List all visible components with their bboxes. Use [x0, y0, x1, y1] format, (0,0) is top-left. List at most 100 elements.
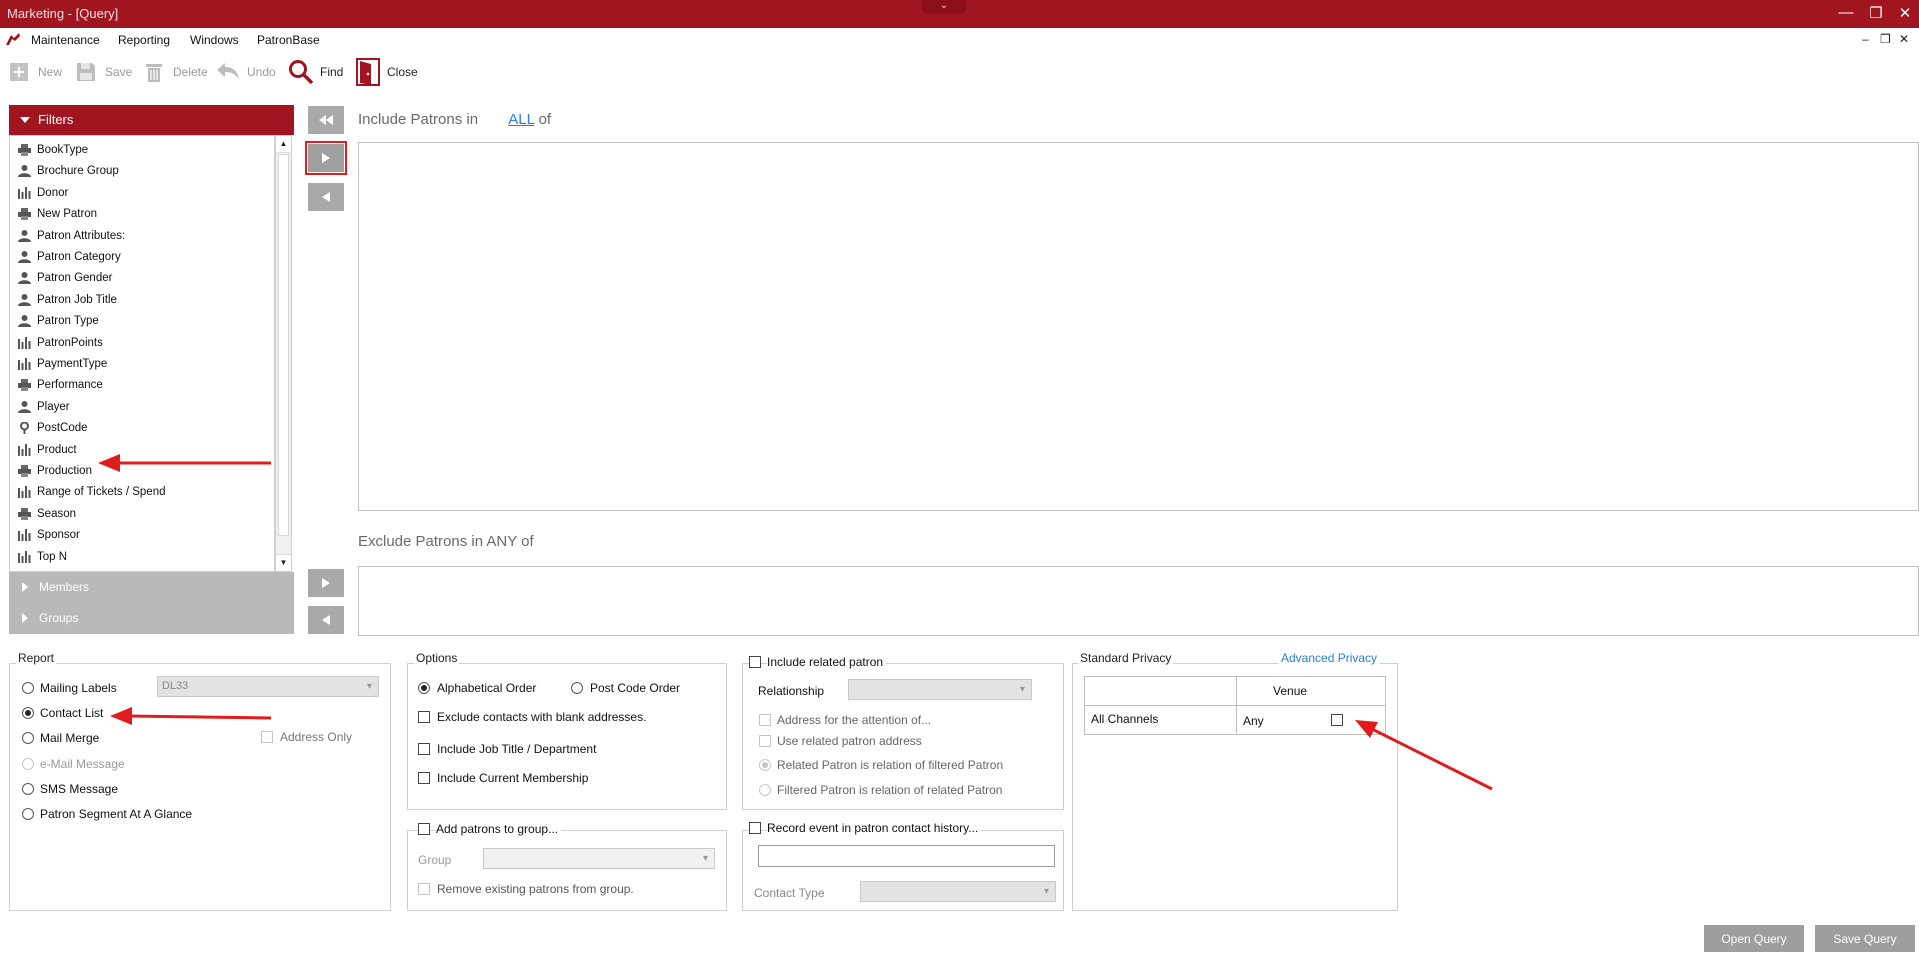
undo-arrow-icon: [215, 59, 241, 85]
filters-header[interactable]: Filters: [9, 105, 294, 135]
job-title-label: Include Job Title / Department: [437, 742, 597, 756]
postcode-order-radio[interactable]: [571, 682, 583, 694]
delete-button[interactable]: Delete: [141, 58, 208, 86]
filter-item[interactable]: Sponsor: [18, 525, 80, 545]
contact-type-select[interactable]: ▾: [860, 881, 1056, 902]
attention-checkbox[interactable]: [759, 714, 771, 726]
sms-message-label: SMS Message: [40, 782, 119, 796]
menu-maintenance[interactable]: Maintenance: [31, 33, 100, 47]
new-label: New: [38, 65, 63, 79]
filter-item[interactable]: Production: [18, 461, 92, 481]
menu-patronbase[interactable]: PatronBase: [257, 33, 320, 47]
alphabetical-order-radio[interactable]: [418, 682, 430, 694]
include-all-link[interactable]: ALL: [508, 111, 534, 128]
open-query-button[interactable]: Open Query: [1704, 925, 1804, 952]
include-criteria-box[interactable]: [358, 142, 1919, 511]
filter-item-label: PatronPoints: [37, 336, 103, 349]
filter-item[interactable]: Patron Gender: [18, 268, 112, 288]
filters-header-label: Filters: [38, 112, 74, 127]
segment-label: Patron Segment At A Glance: [40, 807, 193, 821]
close-button[interactable]: Close: [355, 58, 418, 86]
include-suffix: of: [538, 111, 552, 128]
remove-existing-checkbox[interactable]: [418, 883, 430, 895]
save-button[interactable]: Save: [73, 58, 132, 86]
advanced-privacy-link[interactable]: Advanced Privacy: [1278, 651, 1381, 665]
undo-button[interactable]: Undo: [215, 58, 276, 86]
remove-all-button[interactable]: [308, 106, 344, 134]
contact-list-radio[interactable]: [22, 707, 34, 719]
exclude-criteria-box[interactable]: [358, 566, 1919, 636]
filter-item[interactable]: Patron Category: [18, 247, 121, 267]
filter-item[interactable]: Patron Attributes:: [18, 226, 125, 246]
filters-scrollbar[interactable]: ▲ ▼: [275, 135, 292, 572]
group-select[interactable]: ▾: [483, 848, 715, 869]
filter-item-label: Patron Category: [37, 251, 121, 263]
members-section[interactable]: Members: [9, 572, 294, 603]
filter-item[interactable]: Player: [18, 397, 70, 417]
filter-item[interactable]: Patron Type: [18, 311, 99, 331]
menu-bar: Maintenance Reporting Windows PatronBase…: [0, 28, 1919, 50]
add-include-button[interactable]: [305, 141, 347, 175]
include-related-checkbox[interactable]: [749, 656, 761, 668]
bar-chart-icon: [18, 358, 31, 370]
record-event-input[interactable]: [758, 845, 1055, 867]
filtered-of-related-radio[interactable]: [759, 784, 771, 796]
mdi-minimize-button[interactable]: –: [1862, 32, 1869, 46]
menu-windows[interactable]: Windows: [190, 33, 239, 47]
filter-item-label: Patron Attributes:: [37, 229, 126, 242]
address-only-checkbox[interactable]: [261, 731, 273, 743]
exclude-blank-checkbox[interactable]: [418, 711, 430, 723]
menu-reporting[interactable]: Reporting: [118, 33, 170, 47]
scroll-down-arrow-icon[interactable]: ▼: [276, 554, 291, 571]
filter-item[interactable]: PatronPoints: [18, 333, 103, 353]
filter-item[interactable]: Season: [18, 504, 76, 524]
new-button[interactable]: New: [6, 58, 62, 86]
related-of-filtered-radio[interactable]: [759, 759, 771, 771]
job-title-checkbox[interactable]: [418, 743, 430, 755]
filter-item[interactable]: BookType: [18, 140, 88, 160]
filter-item[interactable]: Range of Tickets / Spend: [18, 482, 166, 502]
filter-item[interactable]: Brochure Group: [18, 161, 119, 181]
record-event-checkbox[interactable]: [749, 822, 761, 834]
filter-item[interactable]: Performance: [18, 375, 103, 395]
filter-item[interactable]: PaymentType: [18, 354, 107, 374]
mdi-close-button[interactable]: ✕: [1899, 32, 1909, 46]
mailing-labels-label: Mailing Labels: [40, 681, 117, 695]
add-to-group-checkbox[interactable]: [418, 823, 430, 835]
filter-item[interactable]: PostCode: [18, 418, 88, 438]
remove-include-button[interactable]: [308, 183, 344, 211]
remove-exclude-button[interactable]: [308, 606, 344, 634]
mail-merge-radio[interactable]: [22, 732, 34, 744]
membership-checkbox[interactable]: [418, 772, 430, 784]
relationship-select[interactable]: ▾: [848, 679, 1032, 700]
filter-item[interactable]: Patron Job Title: [18, 290, 117, 310]
groups-section[interactable]: Groups: [9, 603, 294, 634]
close-window-button[interactable]: ✕: [1895, 4, 1915, 22]
mdi-restore-button[interactable]: ❐: [1880, 32, 1891, 46]
segment-radio[interactable]: [22, 808, 34, 820]
filter-item[interactable]: Top N: [18, 547, 67, 567]
filters-list[interactable]: BookType Brochure Group Donor New Patron Pat…: [9, 135, 275, 572]
venue-any-checkbox[interactable]: [1331, 714, 1343, 726]
label-format-select[interactable]: DL33 ▾: [157, 676, 379, 697]
use-related-address-checkbox[interactable]: [759, 735, 771, 747]
mailing-labels-radio[interactable]: [22, 682, 34, 694]
filter-item[interactable]: Product: [18, 440, 77, 460]
sms-message-radio[interactable]: [22, 783, 34, 795]
right-arrow-icon: [322, 153, 330, 163]
filter-item-label: BookType: [37, 144, 89, 156]
save-query-button[interactable]: Save Query: [1815, 925, 1915, 952]
restore-button[interactable]: ❐: [1866, 4, 1886, 22]
scroll-up-arrow-icon[interactable]: ▲: [276, 136, 291, 153]
email-message-radio[interactable]: [22, 758, 34, 770]
scroll-thumb[interactable]: [278, 154, 289, 536]
label-format-value: DL33: [162, 680, 189, 692]
filter-item[interactable]: New Patron: [18, 204, 97, 224]
address-only-label: Address Only: [280, 730, 353, 744]
notch-chevron-icon[interactable]: ⌄: [922, 0, 966, 14]
filter-item[interactable]: Donor: [18, 183, 68, 203]
minimize-button[interactable]: —: [1836, 4, 1856, 21]
find-button[interactable]: Find: [288, 58, 343, 86]
exclude-heading: Exclude Patrons in ANY of: [358, 533, 534, 550]
add-exclude-button[interactable]: [308, 569, 344, 597]
